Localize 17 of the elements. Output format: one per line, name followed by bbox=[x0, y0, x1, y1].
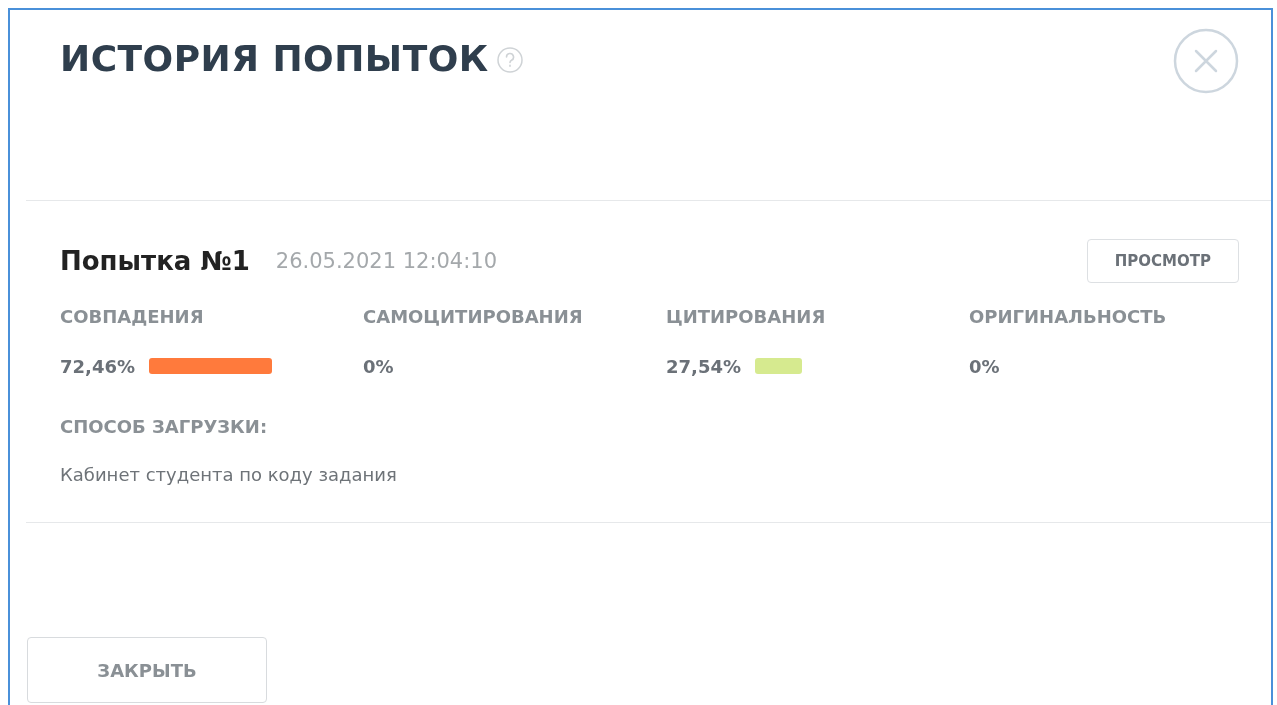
metric-label: ЦИТИРОВАНИЯ bbox=[666, 306, 826, 327]
help-icon[interactable] bbox=[496, 47, 523, 73]
metric-label: ОРИГИНАЛЬНОСТЬ bbox=[969, 306, 1167, 327]
metric-label: САМОЦИТИРОВАНИЯ bbox=[363, 306, 583, 327]
metric-value: 0% bbox=[363, 355, 394, 377]
metric-value: 0% bbox=[969, 355, 1000, 377]
upload-label: СПОСОБ ЗАГРУЗКИ: bbox=[60, 416, 268, 437]
close-button[interactable]: ЗАКРЫТЬ bbox=[27, 637, 267, 703]
metric-value: 72,46% bbox=[60, 355, 135, 377]
attempt-date: 26.05.2021 12:04:10 bbox=[275, 249, 498, 273]
view-button[interactable]: ПРОСМОТР bbox=[1086, 239, 1239, 283]
upload-method: Кабинет студента по коду задания bbox=[60, 464, 397, 485]
dialog-title: ИСТОРИЯ ПОПЫТОК bbox=[60, 37, 489, 79]
close-icon[interactable] bbox=[1173, 28, 1239, 94]
metric-value: 27,54% bbox=[666, 355, 741, 377]
metric-label: СОВПАДЕНИЯ bbox=[60, 306, 204, 327]
attempt-title: Попытка №1 bbox=[60, 246, 250, 276]
